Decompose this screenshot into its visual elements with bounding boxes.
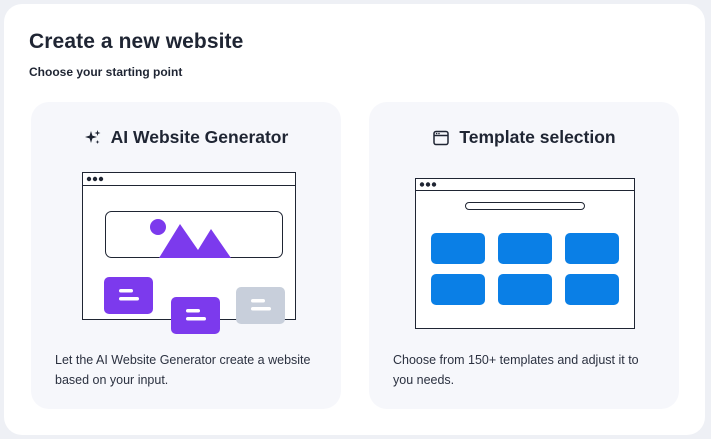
template-tile — [431, 233, 485, 264]
template-illustration — [415, 178, 635, 329]
browser-window-icon — [432, 129, 450, 147]
window-dot — [431, 182, 437, 187]
template-tile — [565, 274, 619, 305]
template-card-description: Choose from 150+ templates and adjust it… — [393, 353, 639, 387]
window-dot — [419, 182, 425, 187]
dialog-title: Create a new website — [29, 30, 244, 53]
window-dot — [98, 176, 104, 182]
dialog-subtitle: Choose your starting point — [29, 65, 183, 79]
ai-card-description: Let the AI Website Generator create a we… — [55, 353, 311, 387]
template-tile — [498, 274, 552, 305]
template-tile — [431, 274, 485, 305]
template-card-header: Template selection — [369, 127, 679, 148]
template-tile — [498, 233, 552, 264]
ai-website-generator-card[interactable]: AI Website Generator Let the AI Website — [31, 102, 341, 409]
address-bar — [465, 202, 585, 210]
ai-card-title: AI Website Generator — [110, 127, 289, 147]
ai-card-header: AI Website Generator — [31, 127, 341, 148]
create-website-dialog: Create a new website Choose your startin… — [4, 4, 705, 435]
purple-text-block — [171, 297, 220, 334]
window-dot — [92, 176, 98, 182]
template-selection-card[interactable]: Template selection Choose from 150+ temp… — [369, 102, 679, 409]
sparkles-icon — [84, 129, 102, 147]
window-dot — [86, 176, 92, 182]
purple-text-block — [104, 277, 153, 314]
ai-generator-illustration — [82, 172, 296, 334]
sun-shape — [150, 219, 166, 235]
grey-text-block — [236, 287, 285, 324]
window-dot — [425, 182, 431, 187]
template-tile — [565, 233, 619, 264]
template-card-title: Template selection — [459, 127, 616, 147]
